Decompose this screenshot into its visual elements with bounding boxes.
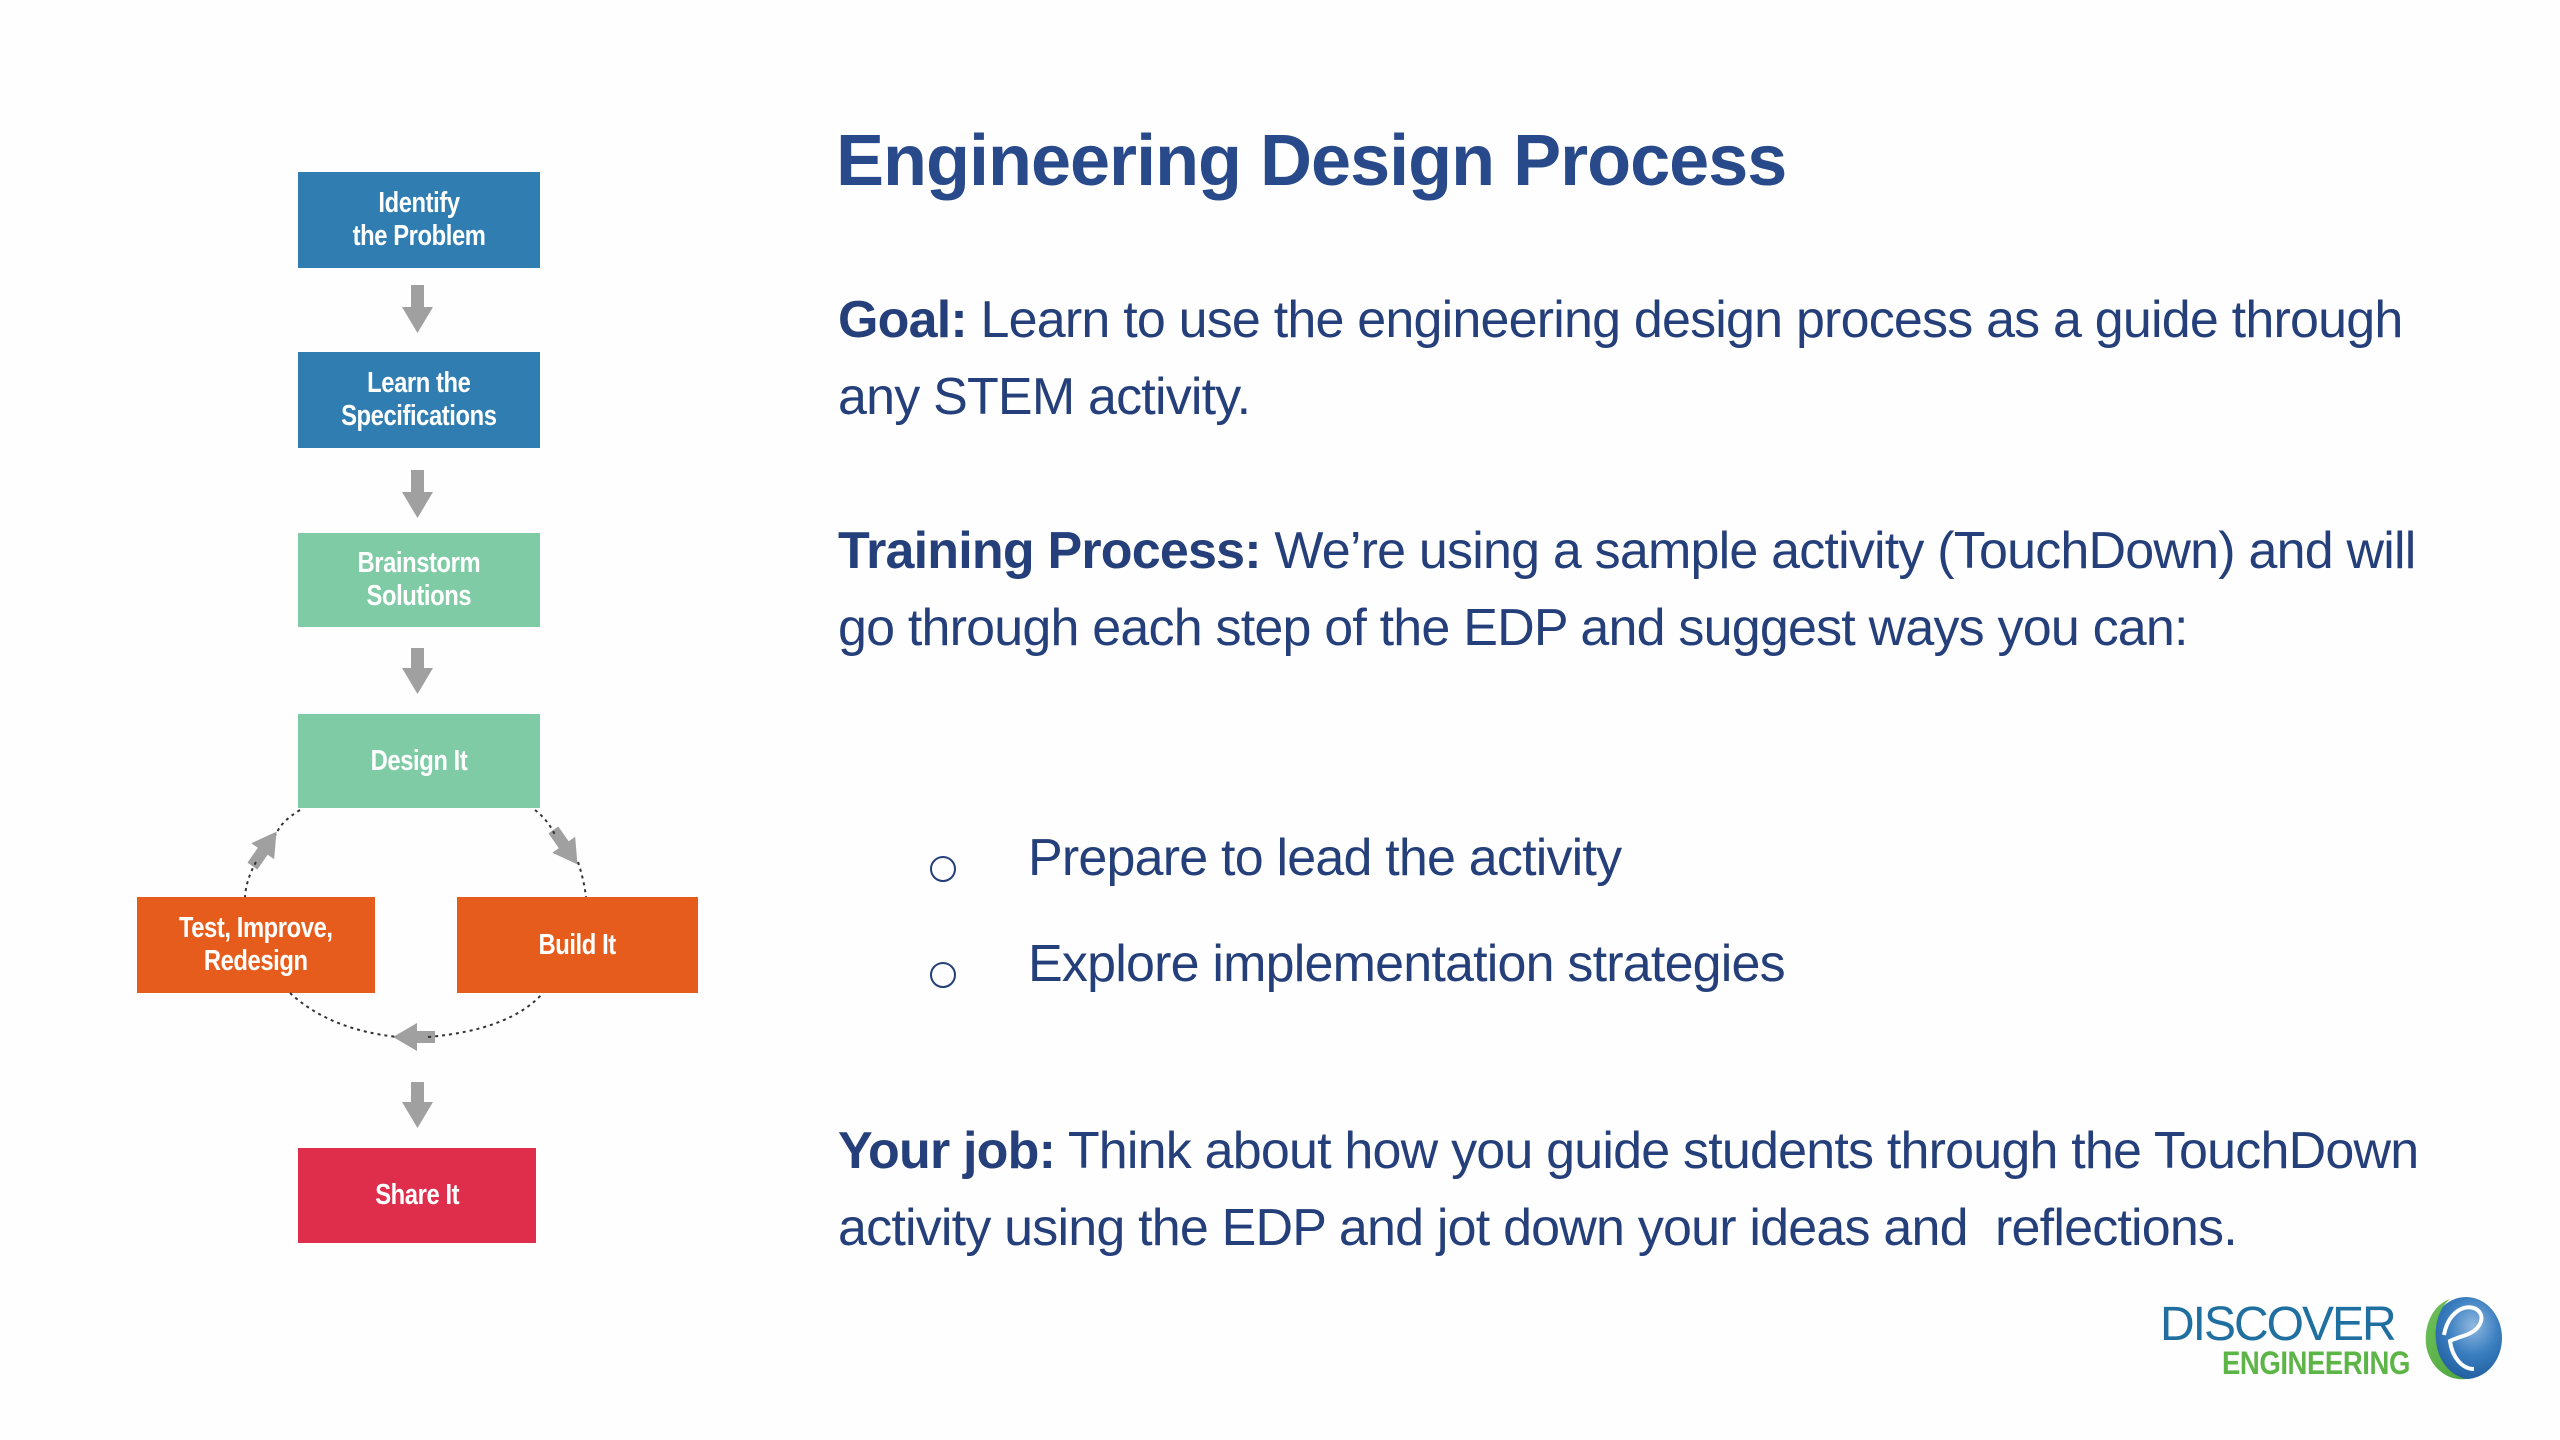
arrow-down-icon [402,470,433,518]
arrow-down-icon [402,648,433,694]
step-label: Share It [375,1179,459,1211]
step-label: Identify the Problem [352,187,486,252]
bullet-text: Prepare to lead the activity [1028,829,1622,887]
discover-engineering-logo: DISCOVER ENGINEERING [2160,1295,2510,1385]
step-design-it: Design It [298,714,540,808]
arrow-up-right-icon [247,831,277,870]
goal-paragraph: Goal: Learn to use the engineering desig… [838,282,2478,436]
circle-bullet-icon [930,856,956,882]
slide-title: Engineering Design Process [836,121,1787,201]
arrow-down-right-icon [548,826,578,865]
discover-e-globe-icon [2425,1297,2502,1380]
training-process-label: Training Process: [838,522,1262,580]
goal-label: Goal: [838,291,968,349]
your-job-label: Your job: [838,1122,1056,1180]
arrow-left-icon [393,1023,435,1051]
step-label: Test, Improve, Redesign [179,912,333,977]
step-label: Design It [370,744,468,777]
step-label: Learn the Specifications [341,367,497,432]
slide: Identify the Problem Learn the Specifica… [0,0,2560,1440]
step-test-improve-redesign: Test, Improve, Redesign [137,897,375,993]
step-share-it: Share It [298,1148,536,1243]
step-learn-the-specifications: Learn the Specifications [298,352,540,448]
step-build-it: Build It [457,897,698,993]
step-label: Brainstorm Solutions [357,547,481,612]
circle-bullet-icon [930,962,956,988]
logo-text-discover: DISCOVER [2160,1298,2397,1351]
logo-text-engineering: ENGINEERING [2222,1345,2410,1381]
step-brainstorm-solutions: Brainstorm Solutions [298,533,540,627]
training-process-paragraph: Training Process: We’re using a sample a… [838,513,2478,667]
step-label: Build It [538,928,617,961]
your-job-paragraph: Your job: Think about how you guide stud… [838,1113,2478,1267]
arrow-down-icon [402,1082,433,1128]
bullet-text: Explore implementation strategies [1028,935,1786,993]
goal-text: Learn to use the engineering design proc… [838,291,2403,426]
step-identify-the-problem: Identify the Problem [298,172,540,268]
arrow-down-icon [402,285,433,333]
your-job-text: Think about how you guide students throu… [838,1122,2433,1257]
